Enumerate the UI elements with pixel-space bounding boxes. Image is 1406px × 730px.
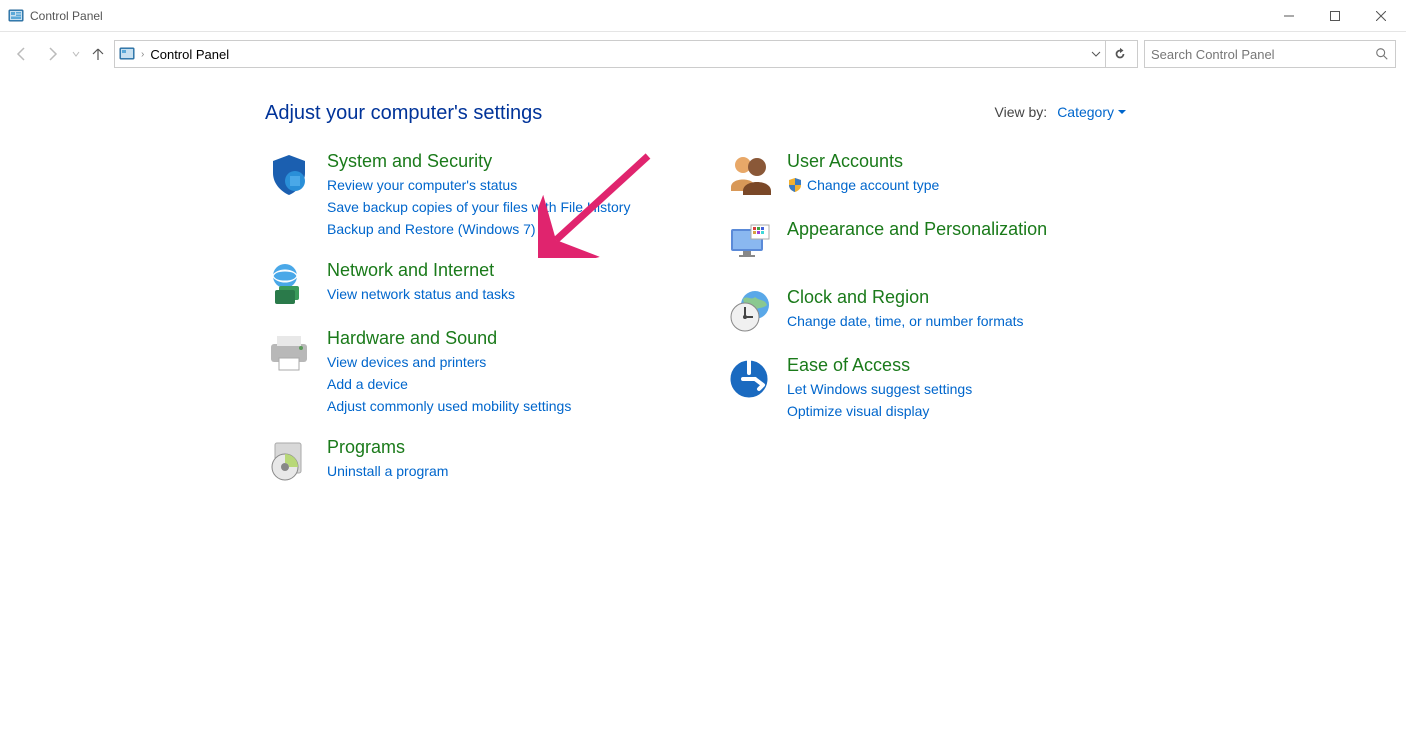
forward-button[interactable] [40,42,64,66]
printer-icon [265,328,313,376]
category-ease-of-access: Ease of Access Let Windows suggest setti… [725,355,1145,422]
breadcrumb-separator-icon: › [141,49,144,60]
page-heading: Adjust your computer's settings [265,102,1406,125]
clock-globe-icon [725,287,773,335]
category-network: Network and Internet View network status… [265,260,685,308]
refresh-button[interactable] [1105,40,1133,68]
link-network-status[interactable]: View network status and tasks [327,283,515,305]
window-title: Control Panel [30,9,103,23]
disc-box-icon [265,437,313,485]
category-title-appearance[interactable]: Appearance and Personalization [787,219,1047,240]
category-appearance: Appearance and Personalization [725,219,1145,267]
category-clock: Clock and Region Change date, time, or n… [725,287,1145,335]
link-mobility-settings[interactable]: Adjust commonly used mobility settings [327,395,571,417]
view-by-dropdown[interactable]: Category [1057,104,1126,120]
category-programs: Programs Uninstall a program [265,437,685,485]
close-button[interactable] [1358,0,1404,32]
chevron-down-icon[interactable] [1091,49,1101,59]
link-change-date-formats[interactable]: Change date, time, or number formats [787,310,1024,332]
breadcrumb-location[interactable]: Control Panel [150,47,229,62]
recent-locations-dropdown[interactable] [70,50,82,58]
link-devices-printers[interactable]: View devices and printers [327,351,571,373]
shield-icon [265,151,313,199]
up-button[interactable] [88,46,108,62]
category-title-clock[interactable]: Clock and Region [787,287,1024,308]
maximize-button[interactable] [1312,0,1358,32]
search-input[interactable] [1151,47,1375,62]
control-panel-icon [119,46,135,62]
search-icon [1375,47,1389,61]
monitor-personalization-icon [725,219,773,267]
titlebar: Control Panel [0,0,1406,32]
minimize-button[interactable] [1266,0,1312,32]
users-icon [725,151,773,199]
category-title-system-security[interactable]: System and Security [327,151,630,172]
control-panel-icon [8,8,24,24]
search-box[interactable] [1144,40,1396,68]
content-area: Adjust your computer's settings View by:… [0,72,1406,505]
category-title-users[interactable]: User Accounts [787,151,939,172]
category-title-programs[interactable]: Programs [327,437,448,458]
link-optimize-display[interactable]: Optimize visual display [787,400,972,422]
uac-shield-icon [787,177,803,193]
globe-network-icon [265,260,313,308]
category-title-network[interactable]: Network and Internet [327,260,515,281]
category-users: User Accounts Change account type [725,151,1145,199]
view-by-label: View by: [995,104,1048,120]
category-title-ease-of-access[interactable]: Ease of Access [787,355,972,376]
category-title-hardware[interactable]: Hardware and Sound [327,328,571,349]
link-backup-restore[interactable]: Backup and Restore (Windows 7) [327,218,630,240]
category-system-security: System and Security Review your computer… [265,151,685,240]
ease-of-access-icon [725,355,773,403]
category-hardware: Hardware and Sound View devices and prin… [265,328,685,417]
link-change-account-type[interactable]: Change account type [787,174,939,196]
link-add-device[interactable]: Add a device [327,373,571,395]
view-by-control: View by: Category [995,104,1126,120]
link-suggest-settings[interactable]: Let Windows suggest settings [787,378,972,400]
link-file-history[interactable]: Save backup copies of your files with Fi… [327,196,630,218]
navigation-bar: › Control Panel [0,36,1406,72]
back-button[interactable] [10,42,34,66]
link-review-status[interactable]: Review your computer's status [327,174,630,196]
link-uninstall-program[interactable]: Uninstall a program [327,460,448,482]
address-bar[interactable]: › Control Panel [114,40,1138,68]
chevron-down-icon [1118,108,1126,116]
